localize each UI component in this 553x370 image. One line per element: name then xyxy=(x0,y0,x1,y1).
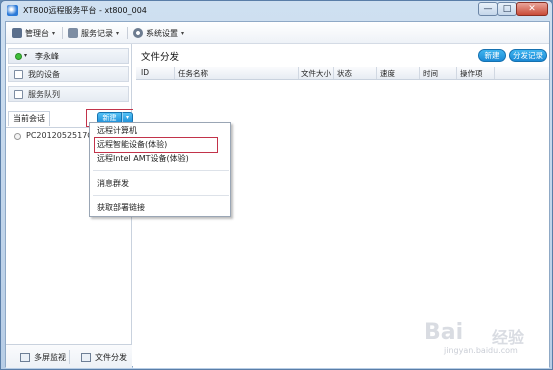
column-header[interactable]: 状态 xyxy=(337,68,352,79)
menu-item-remote-intel-amt[interactable]: 远程Intel AMT设备(体验) xyxy=(97,153,189,165)
column-separator[interactable] xyxy=(456,67,457,79)
maximize-button[interactable]: □ xyxy=(497,2,517,16)
menu-item-remote-computer[interactable]: 远程计算机 xyxy=(97,125,137,137)
watermark-brand: Bai xyxy=(424,320,464,345)
sidebar-item-service-queue[interactable]: 服务队列 xyxy=(8,86,129,102)
menu-service-records[interactable]: 服务记录 ▾ xyxy=(68,26,119,40)
watermark: Bai 经验 jingyan.baidu.com xyxy=(424,318,548,358)
file-distribution-label: 文件分发 xyxy=(95,352,127,362)
menu-bar: 管理台 ▾ 服务记录 ▾ 系统设置 ▾ xyxy=(6,22,549,44)
app-logo-icon xyxy=(7,5,18,16)
tab-current-session[interactable]: 当前会话 xyxy=(8,111,50,126)
column-header[interactable]: 操作项 xyxy=(460,68,483,79)
record-icon xyxy=(68,28,78,38)
page-title: 文件分发 xyxy=(141,52,180,63)
column-header[interactable]: 时间 xyxy=(423,68,438,79)
title-bar[interactable]: XT800远程服务平台 - xt800_004 — □ ✕ xyxy=(1,1,552,21)
column-separator[interactable] xyxy=(298,67,299,79)
column-separator[interactable] xyxy=(494,67,495,79)
minimize-icon: — xyxy=(483,4,493,14)
column-header[interactable]: 文件大小 xyxy=(301,68,331,79)
multi-screen-monitor-label: 多屏监视 xyxy=(34,352,66,362)
new-dropdown-menu: 远程计算机 远程智能设备(体验) 远程Intel AMT设备(体验) 消息群发 … xyxy=(89,122,231,217)
minimize-button[interactable]: — xyxy=(478,2,498,16)
online-status-icon xyxy=(15,53,22,60)
column-separator[interactable] xyxy=(376,67,377,79)
watermark-brand-suffix: 经验 xyxy=(492,328,525,347)
file-icon xyxy=(81,352,91,362)
menu-system-settings-label: 系统设置 xyxy=(146,28,178,38)
file-distribution-button[interactable]: 文件分发 xyxy=(81,350,127,364)
window-title: XT800远程服务平台 - xt800_004 xyxy=(23,6,147,15)
menu-console-label: 管理台 xyxy=(25,28,49,38)
new-task-button[interactable]: 新建 xyxy=(478,49,506,62)
menu-console[interactable]: 管理台 ▾ xyxy=(12,26,55,40)
chevron-down-icon: ▾ xyxy=(116,29,120,37)
close-icon: ✕ xyxy=(528,4,536,14)
watermark-url: jingyan.baidu.com xyxy=(444,346,518,355)
column-header[interactable]: 任务名称 xyxy=(178,68,208,79)
chevron-down-icon: ▾ xyxy=(24,52,28,59)
menu-item-remote-smart-device[interactable]: 远程智能设备(体验) xyxy=(97,139,167,151)
chevron-down-icon: ▾ xyxy=(181,29,185,37)
column-separator[interactable] xyxy=(419,67,420,79)
queue-icon xyxy=(14,90,23,99)
multi-screen-monitor-button[interactable]: 多屏监视 xyxy=(20,350,66,364)
column-separator[interactable] xyxy=(174,67,175,79)
user-name: 李永峰 xyxy=(35,52,59,61)
menu-separator xyxy=(93,170,229,171)
computer-icon xyxy=(12,28,22,38)
close-button[interactable]: ✕ xyxy=(516,2,548,16)
divider xyxy=(69,350,70,364)
sidebar-item-label: 我的设备 xyxy=(28,70,60,79)
sidebar-item-label: 服务队列 xyxy=(28,90,60,99)
window-controls: — □ ✕ xyxy=(478,2,548,17)
column-header[interactable]: 速度 xyxy=(380,68,395,79)
menu-separator xyxy=(93,195,229,196)
chevron-down-icon: ▾ xyxy=(52,29,56,37)
table-header: ID 任务名称 文件大小 状态 速度 时间 操作项 xyxy=(136,67,549,80)
column-separator[interactable] xyxy=(333,67,334,79)
monitor-icon xyxy=(20,352,30,362)
app-window: XT800远程服务平台 - xt800_004 — □ ✕ 管理台 ▾ 服务记录… xyxy=(0,0,553,370)
sidebar-item-my-devices[interactable]: 我的设备 xyxy=(8,66,129,82)
menu-system-settings[interactable]: 系统设置 ▾ xyxy=(133,26,184,40)
left-bottom-bar: 多屏监视 文件分发 xyxy=(6,344,132,368)
device-icon xyxy=(14,70,23,79)
menu-separator xyxy=(62,27,63,39)
menu-service-records-label: 服务记录 xyxy=(81,28,113,38)
maximize-icon: □ xyxy=(502,4,512,14)
user-status-row[interactable]: ▾ 李永峰 xyxy=(8,48,129,64)
menu-item-get-deploy-link[interactable]: 获取部署链接 xyxy=(97,202,145,214)
menu-separator xyxy=(127,27,128,39)
column-header[interactable]: ID xyxy=(141,68,149,79)
gear-icon xyxy=(133,28,143,38)
distribution-records-button[interactable]: 分发记录 xyxy=(509,49,547,62)
offline-status-icon xyxy=(14,133,21,140)
chevron-down-icon: ▾ xyxy=(125,114,129,121)
client-area: 管理台 ▾ 服务记录 ▾ 系统设置 ▾ ▾ 李永峰 我的设备 服务队列 当前会话… xyxy=(5,21,550,368)
menu-item-broadcast-message[interactable]: 消息群发 xyxy=(97,178,129,190)
